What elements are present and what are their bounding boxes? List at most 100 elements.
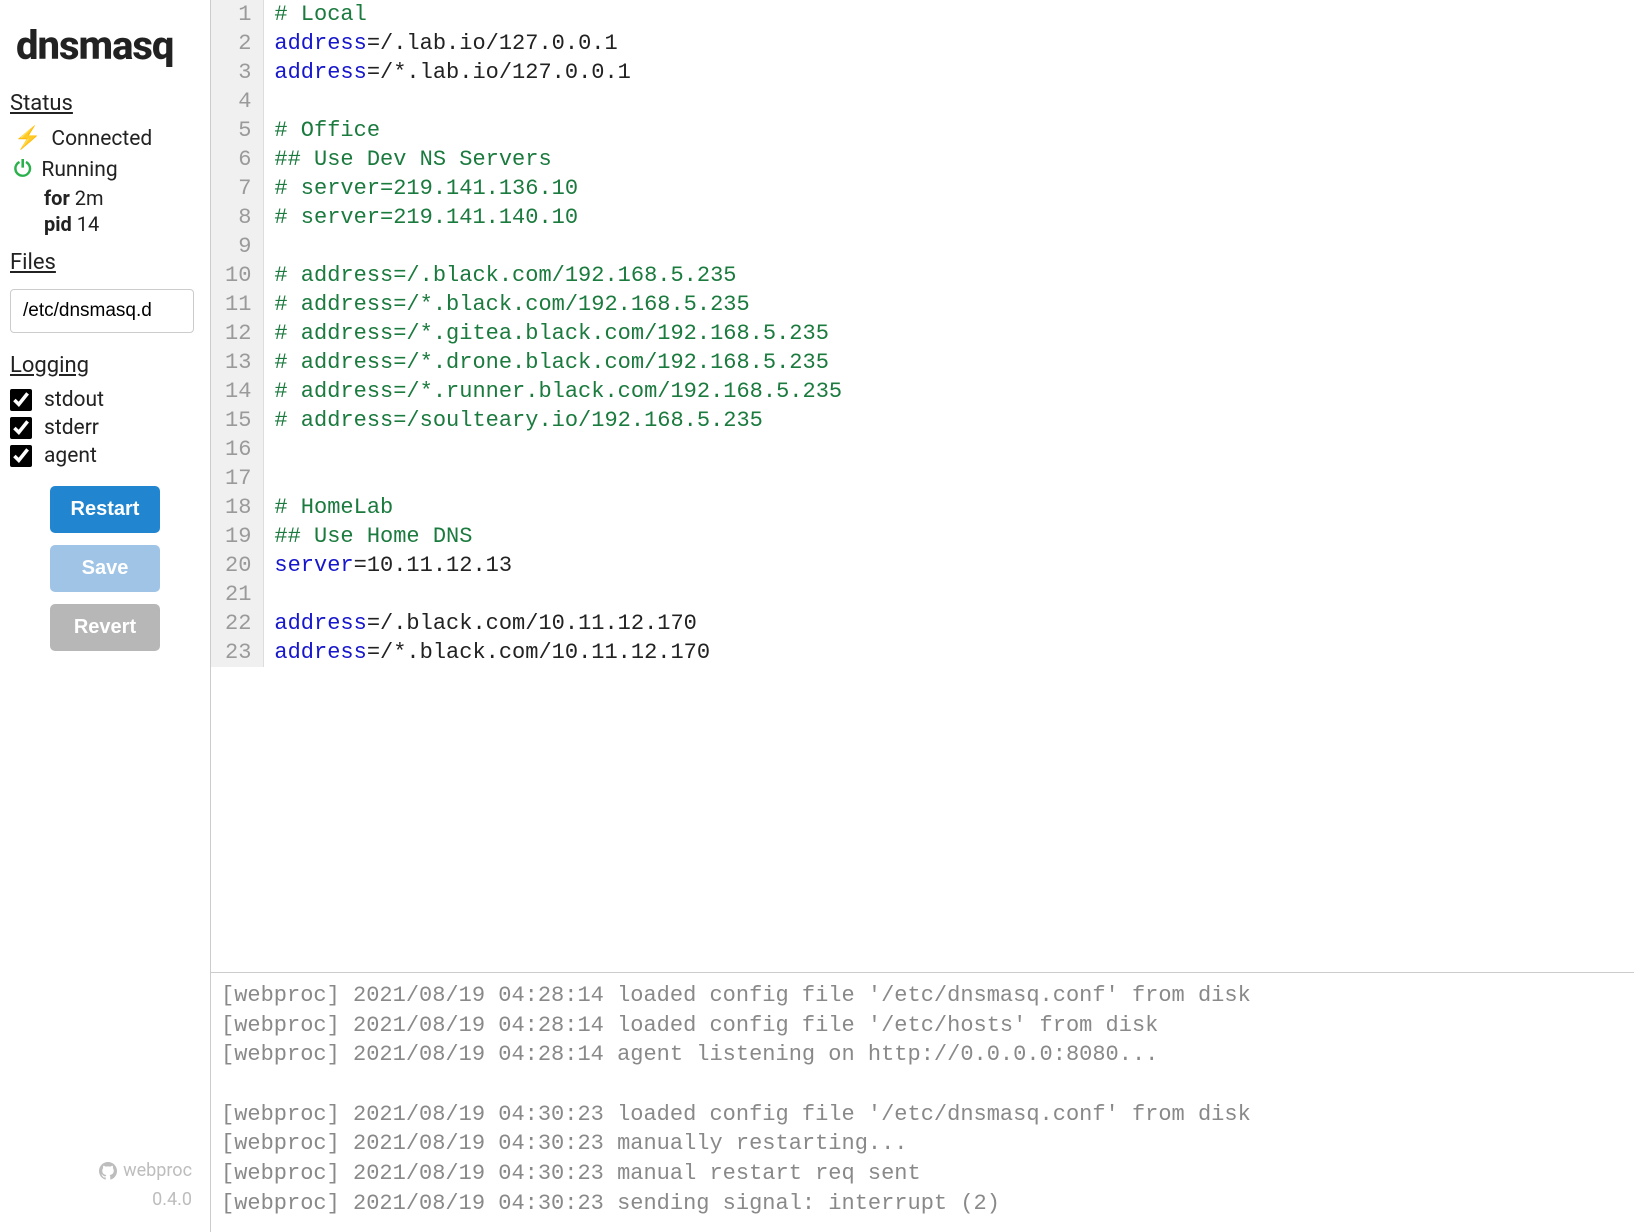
line-number: 12 <box>211 319 264 348</box>
code-content[interactable]: address=/*.black.com/10.11.12.170 <box>264 638 1634 667</box>
status-header: Status <box>10 91 198 116</box>
bolt-icon: ⚡ <box>14 126 41 151</box>
logging-list: stdout stderr agent <box>10 384 198 472</box>
editor[interactable]: 1# Local2address=/.lab.io/127.0.0.13addr… <box>211 0 1634 972</box>
line-number: 13 <box>211 348 264 377</box>
code-line[interactable]: 20server=10.11.12.13 <box>211 551 1634 580</box>
code-line[interactable]: 16 <box>211 435 1634 464</box>
line-number: 20 <box>211 551 264 580</box>
code-line[interactable]: 14# address=/*.runner.black.com/192.168.… <box>211 377 1634 406</box>
code-line[interactable]: 10# address=/.black.com/192.168.5.235 <box>211 261 1634 290</box>
logging-label: stdout <box>44 388 104 412</box>
line-number: 7 <box>211 174 264 203</box>
code-line[interactable]: 7# server=219.141.136.10 <box>211 174 1634 203</box>
logging-item-stdout[interactable]: stdout <box>10 388 198 412</box>
line-number: 15 <box>211 406 264 435</box>
logging-checkbox-agent[interactable] <box>10 445 32 467</box>
line-number: 23 <box>211 638 264 667</box>
code-content[interactable]: # address=/*.gitea.black.com/192.168.5.2… <box>264 319 1634 348</box>
code-content[interactable]: # address=/*.runner.black.com/192.168.5.… <box>264 377 1634 406</box>
footer-project-link[interactable]: webproc <box>99 1158 192 1183</box>
power-icon: ⏻ <box>14 157 31 182</box>
code-table: 1# Local2address=/.lab.io/127.0.0.13addr… <box>211 0 1634 667</box>
status-connection-row: ⚡ Connected <box>14 126 198 151</box>
code-content[interactable]: # Local <box>264 0 1634 29</box>
code-content[interactable] <box>264 232 1634 261</box>
code-line[interactable]: 18# HomeLab <box>211 493 1634 522</box>
line-number: 19 <box>211 522 264 551</box>
pid-value: 14 <box>77 212 99 236</box>
line-number: 4 <box>211 87 264 116</box>
pid-label: pid <box>44 212 72 236</box>
code-content[interactable]: # address=/soulteary.io/192.168.5.235 <box>264 406 1634 435</box>
code-line[interactable]: 13# address=/*.drone.black.com/192.168.5… <box>211 348 1634 377</box>
revert-button[interactable]: Revert <box>50 604 160 651</box>
log-pane[interactable]: [webproc] 2021/08/19 04:28:14 loaded con… <box>211 972 1634 1232</box>
code-content[interactable]: address=/*.lab.io/127.0.0.1 <box>264 58 1634 87</box>
line-number: 6 <box>211 145 264 174</box>
logging-label: agent <box>44 444 97 468</box>
code-line[interactable]: 2address=/.lab.io/127.0.0.1 <box>211 29 1634 58</box>
line-number: 9 <box>211 232 264 261</box>
code-line[interactable]: 4 <box>211 87 1634 116</box>
code-content[interactable]: address=/.lab.io/127.0.0.1 <box>264 29 1634 58</box>
uptime-label: for <box>44 186 70 210</box>
code-content[interactable]: # server=219.141.140.10 <box>264 203 1634 232</box>
code-line[interactable]: 12# address=/*.gitea.black.com/192.168.5… <box>211 319 1634 348</box>
code-line[interactable]: 5# Office <box>211 116 1634 145</box>
code-content[interactable]: # Office <box>264 116 1634 145</box>
code-content[interactable]: ## Use Home DNS <box>264 522 1634 551</box>
code-line[interactable]: 1# Local <box>211 0 1634 29</box>
logging-header: Logging <box>10 353 198 378</box>
code-line[interactable]: 9 <box>211 232 1634 261</box>
code-content[interactable]: # address=/.black.com/192.168.5.235 <box>264 261 1634 290</box>
logging-checkbox-stdout[interactable] <box>10 389 32 411</box>
code-line[interactable]: 6## Use Dev NS Servers <box>211 145 1634 174</box>
code-line[interactable]: 19## Use Home DNS <box>211 522 1634 551</box>
code-content[interactable]: # HomeLab <box>264 493 1634 522</box>
line-number: 5 <box>211 116 264 145</box>
main: 1# Local2address=/.lab.io/127.0.0.13addr… <box>210 0 1634 1232</box>
line-number: 14 <box>211 377 264 406</box>
code-line[interactable]: 8# server=219.141.140.10 <box>211 203 1634 232</box>
code-content[interactable] <box>264 87 1634 116</box>
files-header: Files <box>10 250 198 275</box>
code-content[interactable] <box>264 464 1634 493</box>
code-content[interactable]: # address=/*.drone.black.com/192.168.5.2… <box>264 348 1634 377</box>
line-number: 3 <box>211 58 264 87</box>
footer: webproc 0.4.0 <box>10 1128 198 1222</box>
logging-item-stderr[interactable]: stderr <box>10 416 198 440</box>
line-number: 2 <box>211 29 264 58</box>
code-line[interactable]: 15# address=/soulteary.io/192.168.5.235 <box>211 406 1634 435</box>
line-number: 17 <box>211 464 264 493</box>
line-number: 8 <box>211 203 264 232</box>
logging-checkbox-stderr[interactable] <box>10 417 32 439</box>
line-number: 11 <box>211 290 264 319</box>
code-content[interactable] <box>264 435 1634 464</box>
logging-item-agent[interactable]: agent <box>10 444 198 468</box>
code-line[interactable]: 23address=/*.black.com/10.11.12.170 <box>211 638 1634 667</box>
logging-label: stderr <box>44 416 99 440</box>
github-icon <box>99 1162 117 1180</box>
line-number: 18 <box>211 493 264 522</box>
line-number: 22 <box>211 609 264 638</box>
line-number: 21 <box>211 580 264 609</box>
status-pid: pid 14 <box>44 212 198 236</box>
status-running: Running <box>41 158 117 182</box>
code-line[interactable]: 22address=/.black.com/10.11.12.170 <box>211 609 1634 638</box>
code-content[interactable]: address=/.black.com/10.11.12.170 <box>264 609 1634 638</box>
code-content[interactable]: ## Use Dev NS Servers <box>264 145 1634 174</box>
code-content[interactable]: # server=219.141.136.10 <box>264 174 1634 203</box>
line-number: 10 <box>211 261 264 290</box>
code-line[interactable]: 11# address=/*.black.com/192.168.5.235 <box>211 290 1634 319</box>
code-line[interactable]: 17 <box>211 464 1634 493</box>
code-line[interactable]: 3address=/*.lab.io/127.0.0.1 <box>211 58 1634 87</box>
code-content[interactable] <box>264 580 1634 609</box>
code-content[interactable]: # address=/*.black.com/192.168.5.235 <box>264 290 1634 319</box>
file-path-input[interactable] <box>10 289 194 333</box>
code-line[interactable]: 21 <box>211 580 1634 609</box>
restart-button[interactable]: Restart <box>50 486 160 533</box>
status-connection: Connected <box>51 127 152 151</box>
save-button[interactable]: Save <box>50 545 160 592</box>
code-content[interactable]: server=10.11.12.13 <box>264 551 1634 580</box>
